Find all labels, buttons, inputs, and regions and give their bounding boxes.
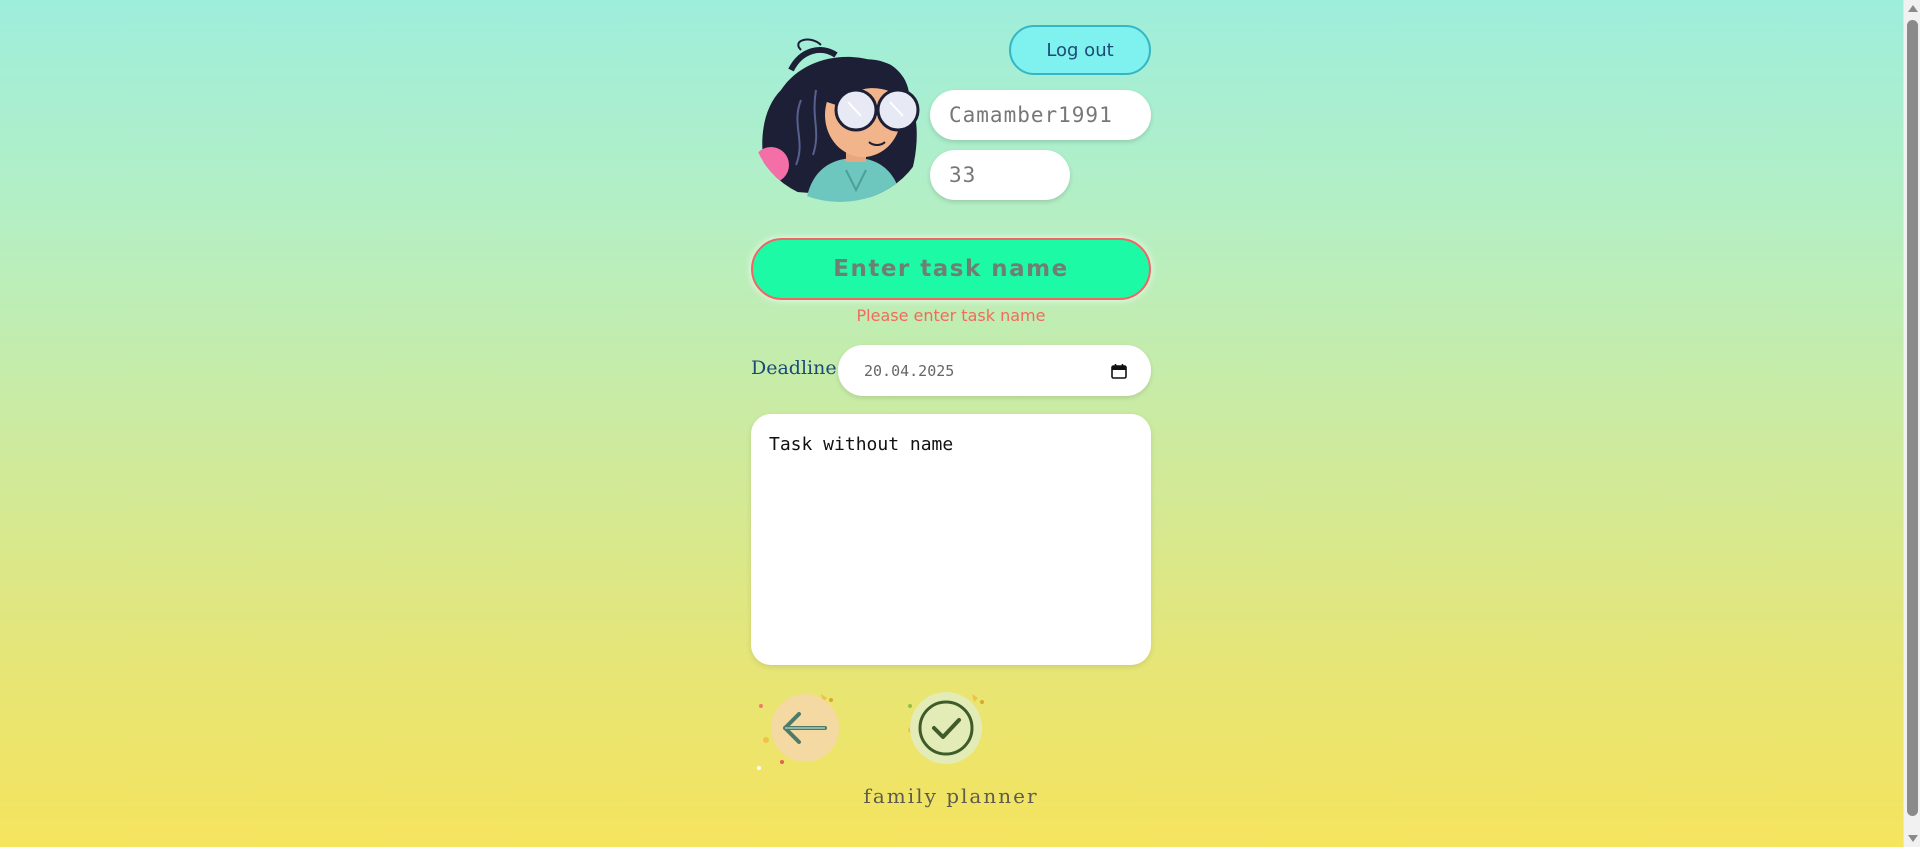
arrow-left-icon[interactable]: [757, 690, 847, 770]
scroll-down-icon[interactable]: [1908, 835, 1918, 842]
deadline-date-value: 20.04.2025: [864, 361, 955, 380]
calendar-icon[interactable]: [1111, 363, 1127, 379]
age-field[interactable]: 33: [930, 150, 1070, 200]
scrollbar-thumb[interactable]: [1907, 20, 1918, 816]
task-name-input[interactable]: Enter task name: [751, 238, 1151, 300]
logout-button[interactable]: Log out: [1009, 25, 1151, 75]
avatar: [753, 38, 920, 202]
deadline-date-input[interactable]: 20.04.2025: [838, 345, 1151, 396]
task-name-error: Please enter task name: [856, 306, 1046, 325]
username-field[interactable]: Camamber1991: [930, 90, 1151, 140]
app-brand-footer: family planner: [863, 784, 1039, 808]
deadline-label: Deadline:: [751, 357, 844, 379]
task-form-page: Log out Camamber1991 33 Enter task name …: [751, 0, 1151, 847]
page-scrollbar[interactable]: [1903, 0, 1920, 847]
scroll-up-icon[interactable]: [1908, 5, 1918, 12]
checkmark-icon[interactable]: [906, 690, 996, 770]
task-description-textarea[interactable]: Task without name: [751, 414, 1151, 665]
